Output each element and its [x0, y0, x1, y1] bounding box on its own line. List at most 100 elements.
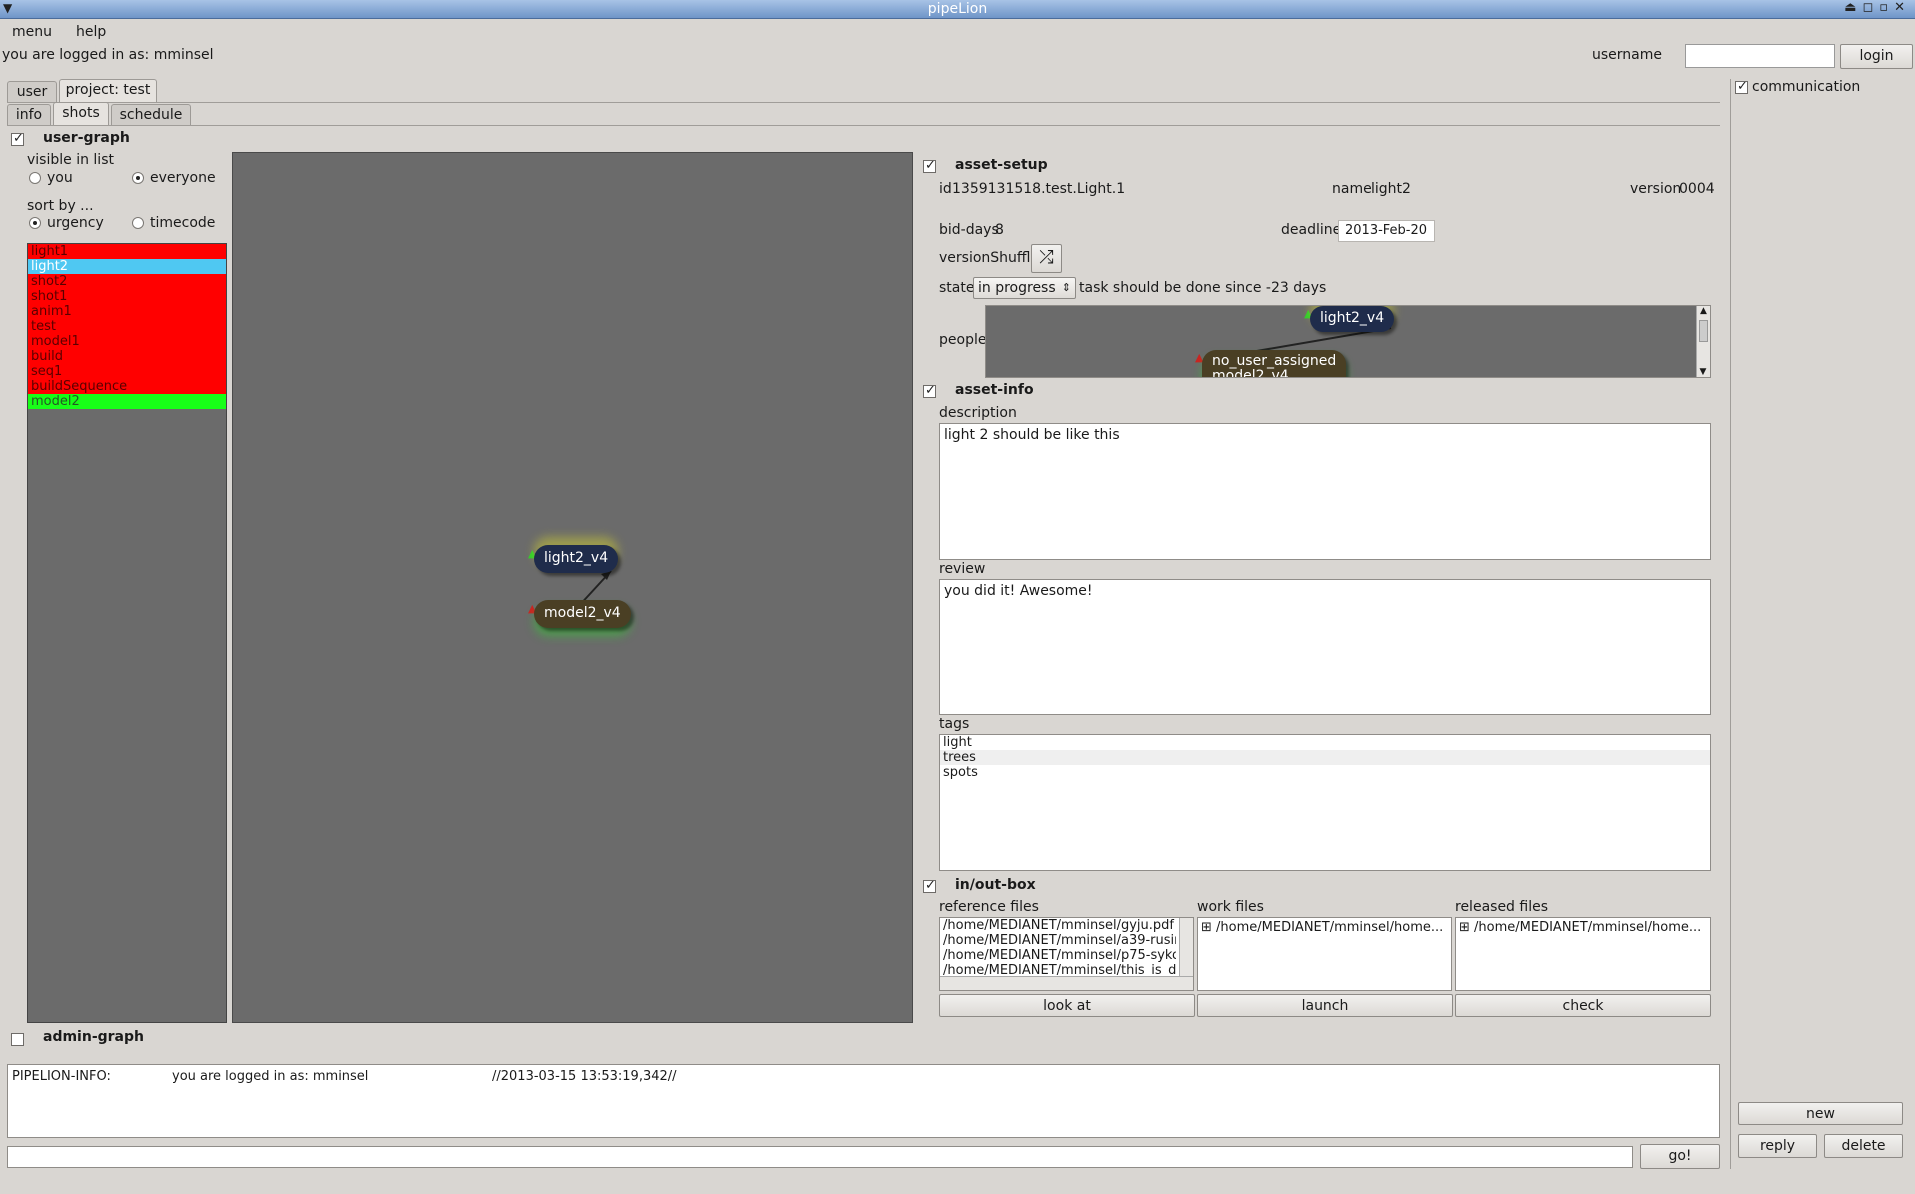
reference-files-label: reference files — [939, 899, 1039, 915]
launch-button[interactable]: launch — [1197, 994, 1453, 1017]
look-at-button[interactable]: look at — [939, 994, 1195, 1017]
reference-file-item[interactable]: /home/MEDIANET/mminsel/a39-rusin — [940, 933, 1176, 948]
communication-checkbox[interactable] — [1735, 79, 1748, 94]
version-shuffle-label: versionShuffle — [939, 250, 1040, 266]
console-timestamp: //2013-03-15 13:53:19,342// — [492, 1069, 677, 1084]
visible-you-label: you — [47, 170, 73, 186]
people-node-unassigned[interactable]: no_user_assigned model2_v4 — [1202, 350, 1347, 378]
menu-item-help[interactable]: help — [64, 21, 118, 43]
scroll-down-icon[interactable]: ▼ — [1697, 367, 1709, 377]
tags-list[interactable]: light trees spots — [939, 734, 1711, 871]
sort-urgency-radio[interactable] — [29, 217, 41, 229]
tag-item[interactable]: trees — [940, 750, 1710, 765]
shot-list-item[interactable]: test — [28, 319, 226, 334]
work-file-item[interactable]: ⊞ /home/MEDIANET/mminsel/home... — [1198, 918, 1451, 935]
graph-node-model2[interactable]: model2_v4 — [534, 600, 631, 628]
shuffle-icon[interactable]: ⤮ — [1031, 244, 1062, 273]
shot-list-item[interactable]: anim1 — [28, 304, 226, 319]
shot-list[interactable]: light1 light2 shot2 shot1 anim1 test model1 bui… — [27, 243, 227, 1023]
expand-plus-icon[interactable]: ⊞ — [1459, 920, 1470, 935]
username-input[interactable] — [1685, 44, 1835, 68]
console-prefix: PIPELION-INFO: — [12, 1069, 111, 1084]
version-label: version — [1630, 181, 1682, 197]
state-select[interactable]: in progress ⇕ — [973, 277, 1076, 299]
tags-label: tags — [939, 716, 970, 732]
review-field[interactable]: you did it! Awesome! — [939, 579, 1711, 715]
name-value: light2 — [1371, 181, 1411, 197]
shot-list-item[interactable]: light1 — [28, 244, 226, 259]
reference-files-list[interactable]: /home/MEDIANET/mminsel/gyju.pdf /home/ME… — [939, 917, 1194, 991]
scroll-up-icon[interactable]: ▲ — [1697, 306, 1710, 316]
graph-node-light2[interactable]: light2_v4 — [534, 545, 619, 573]
released-files-list[interactable]: ⊞ /home/MEDIANET/mminsel/home... — [1455, 917, 1711, 991]
reference-vscroll[interactable] — [1179, 918, 1193, 976]
shot-list-item[interactable]: seq1 — [28, 364, 226, 379]
people-node-light2[interactable]: light2_v4 — [1310, 306, 1395, 332]
tab-shots[interactable]: shots — [53, 102, 109, 126]
people-node-unassigned-label: no_user_assigned — [1212, 353, 1337, 369]
asset-info-label: asset-info — [955, 382, 1034, 398]
state-note: task should be done since -23 days — [1079, 280, 1327, 296]
user-graph-canvas[interactable]: ▲ light2_v4 ▲ model2_v4 — [232, 152, 913, 1023]
description-field[interactable]: light 2 should be like this — [939, 423, 1711, 560]
check-button[interactable]: check — [1455, 994, 1711, 1017]
id-label: id — [939, 181, 952, 197]
window-title: pipeLion — [927, 1, 988, 17]
delete-button[interactable]: delete — [1824, 1134, 1903, 1158]
people-node-model2-label: model2_v4 — [1212, 368, 1289, 378]
tab-schedule[interactable]: schedule — [111, 104, 191, 126]
asset-info-checkbox[interactable] — [923, 383, 936, 398]
reply-button[interactable]: reply — [1738, 1134, 1817, 1158]
deadline-field[interactable]: 2013-Feb-20 — [1338, 220, 1435, 242]
shot-list-item[interactable]: build — [28, 349, 226, 364]
state-label: state — [939, 280, 975, 296]
state-select-value: in progress — [978, 280, 1056, 296]
reference-hscroll[interactable] — [940, 976, 1193, 990]
people-label: people — [939, 332, 987, 348]
shot-list-item[interactable]: shot1 — [28, 289, 226, 304]
people-scroll-thumb[interactable] — [1699, 320, 1708, 342]
sort-urgency-label: urgency — [47, 215, 104, 231]
reference-file-item[interactable]: /home/MEDIANET/mminsel/gyju.pdf — [940, 918, 1176, 933]
tag-item[interactable]: light — [940, 735, 1710, 750]
tab-info[interactable]: info — [7, 104, 51, 126]
tab-project[interactable]: project: test — [59, 79, 157, 103]
spin-arrows-icon: ⇕ — [1061, 281, 1071, 294]
window-buttons[interactable]: ⏏◻▫✕ — [1844, 0, 1911, 15]
visible-in-list-label: visible in list — [27, 152, 114, 168]
user-graph-label: user-graph — [43, 130, 130, 146]
work-files-list[interactable]: ⊞ /home/MEDIANET/mminsel/home... — [1197, 917, 1452, 991]
user-graph-checkbox[interactable] — [11, 131, 24, 146]
people-scrollbar[interactable]: ▲ ▼ — [1696, 306, 1710, 377]
tag-item[interactable]: spots — [940, 765, 1710, 780]
work-files-label: work files — [1197, 899, 1264, 915]
login-button[interactable]: login — [1840, 44, 1913, 69]
released-file-item[interactable]: ⊞ /home/MEDIANET/mminsel/home... — [1456, 918, 1710, 935]
released-files-label: released files — [1455, 899, 1549, 915]
go-button[interactable]: go! — [1640, 1144, 1720, 1169]
sort-timecode-radio[interactable] — [132, 217, 144, 229]
admin-graph-checkbox[interactable] — [11, 1033, 24, 1046]
menu-item-menu[interactable]: menu — [0, 21, 64, 43]
sort-by-label: sort by ... — [27, 198, 94, 214]
expand-plus-icon[interactable]: ⊞ — [1201, 920, 1212, 935]
visible-everyone-radio[interactable] — [132, 172, 144, 184]
shot-list-item[interactable]: shot2 — [28, 274, 226, 289]
reference-file-item[interactable]: /home/MEDIANET/mminsel/p75-sykor — [940, 948, 1176, 963]
visible-you-radio[interactable] — [29, 172, 41, 184]
menu-bar: menu help — [0, 21, 118, 43]
asset-setup-checkbox[interactable] — [923, 158, 936, 173]
command-input[interactable] — [7, 1146, 1633, 1168]
reference-file-item[interactable]: /home/MEDIANET/mminsel/this_is_de — [940, 963, 1176, 976]
people-graph[interactable]: ▲ light2_v4 ▲ no_user_assigned model2_v4… — [985, 305, 1711, 378]
shot-list-item[interactable]: light2 — [28, 259, 226, 274]
shot-list-item[interactable]: model1 — [28, 334, 226, 349]
tab-user[interactable]: user — [7, 81, 57, 103]
inout-checkbox[interactable] — [923, 878, 936, 893]
shot-list-item[interactable]: model2 — [28, 394, 226, 409]
tab-divider — [7, 102, 1720, 103]
title-bar: ▼ pipeLion ⏏◻▫✕ — [0, 0, 1915, 19]
shot-list-item[interactable]: buildSequence — [28, 379, 226, 394]
graph-edges — [576, 570, 612, 609]
new-button[interactable]: new — [1738, 1102, 1903, 1125]
